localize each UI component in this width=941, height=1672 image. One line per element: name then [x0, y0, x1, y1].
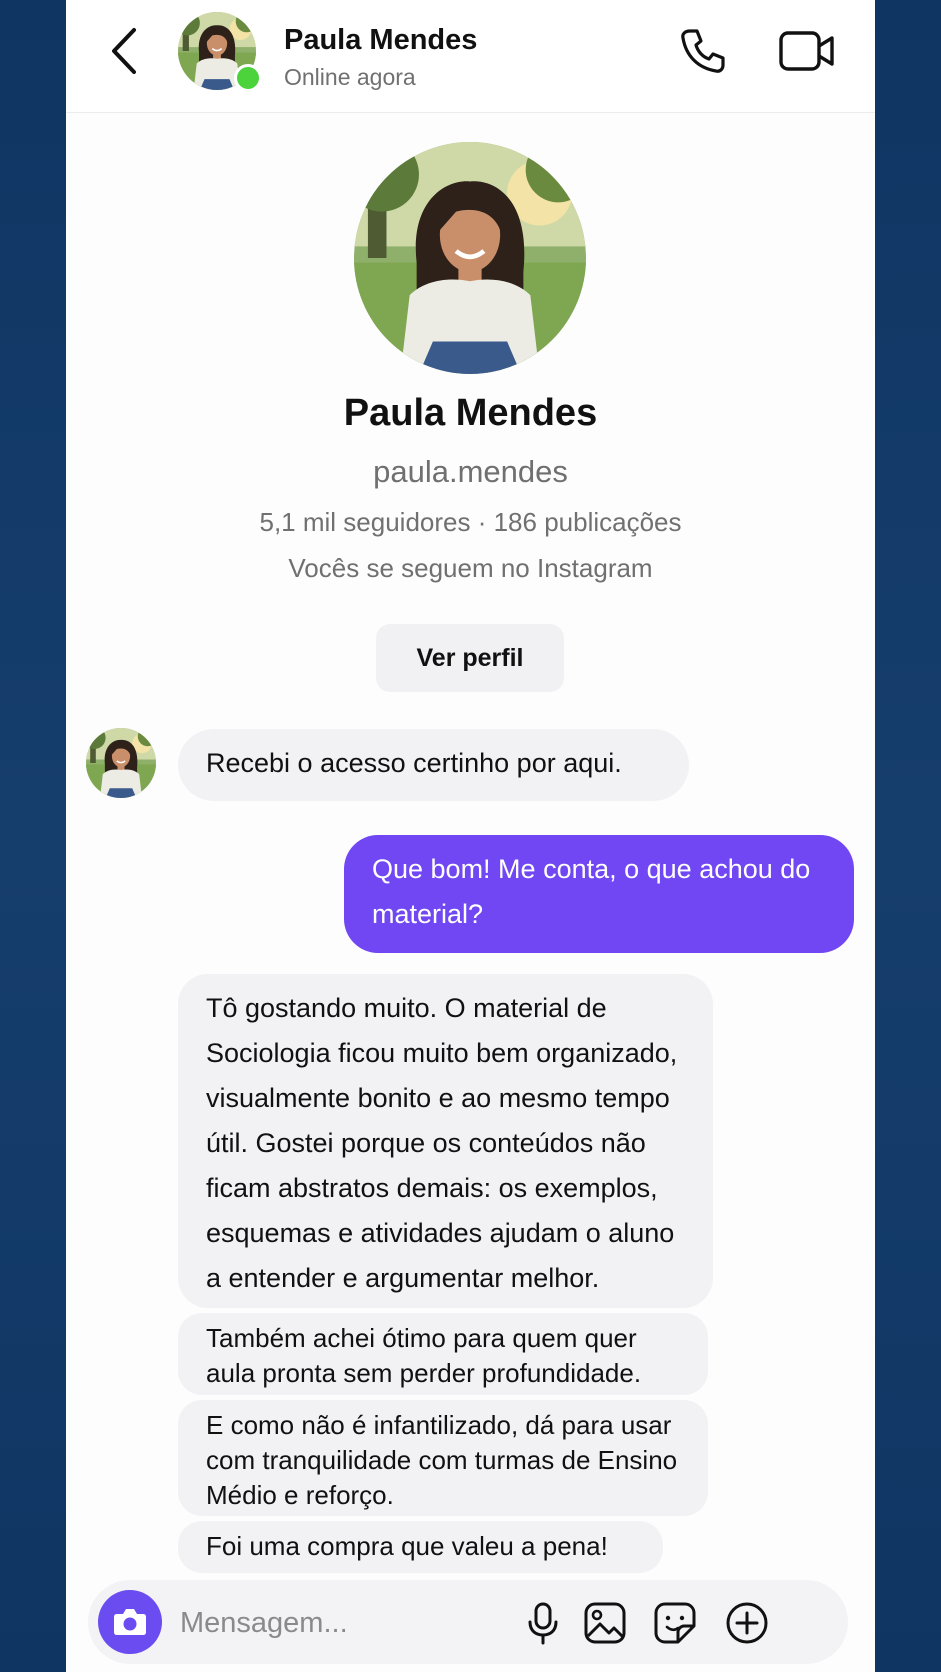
message-composer	[88, 1580, 848, 1664]
phone-icon[interactable]	[678, 26, 728, 76]
message-input[interactable]	[178, 1596, 502, 1650]
online-status-dot	[234, 64, 262, 92]
plus-circle-icon[interactable]	[724, 1600, 770, 1646]
back-chevron-icon[interactable]	[106, 26, 146, 76]
incoming-message[interactable]: Tô gostando muito. O material de Sociolo…	[178, 974, 713, 1308]
incoming-message[interactable]: Foi uma compra que valeu a pena!	[178, 1521, 663, 1573]
mutual-follow-note: Vocês se seguem no Instagram	[288, 553, 653, 583]
video-camera-icon[interactable]	[778, 28, 836, 74]
chat-header: Paula Mendes Online agora	[66, 0, 875, 113]
outgoing-message[interactable]: Que bom! Me conta, o que achou do materi…	[344, 835, 854, 953]
camera-button[interactable]	[98, 1590, 162, 1654]
chat-screen: Paula Mendes Online agora Paula Mendes p…	[66, 0, 875, 1672]
background-left	[0, 0, 66, 1672]
incoming-message[interactable]: Recebi o acesso certinho por aqui.	[178, 729, 689, 801]
contact-name[interactable]: Paula Mendes	[284, 24, 477, 57]
background-right	[875, 0, 941, 1672]
microphone-icon[interactable]	[520, 1600, 566, 1646]
message-avatar[interactable]	[86, 728, 156, 798]
profile-avatar[interactable]	[354, 142, 586, 374]
incoming-message[interactable]: Também achei ótimo para quem quer aula p…	[178, 1313, 708, 1395]
camera-icon	[114, 1609, 146, 1635]
profile-handle: paula.mendes	[373, 454, 568, 489]
profile-name: Paula Mendes	[343, 392, 598, 434]
sticker-icon[interactable]	[652, 1600, 698, 1646]
contact-status: Online agora	[284, 64, 416, 90]
incoming-message[interactable]: E como não é infantilizado, dá para usar…	[178, 1400, 708, 1516]
profile-stats: 5,1 mil seguidores · 186 publicações	[259, 507, 682, 537]
gallery-icon[interactable]	[582, 1600, 628, 1646]
view-profile-button[interactable]: Ver perfil	[376, 624, 564, 692]
